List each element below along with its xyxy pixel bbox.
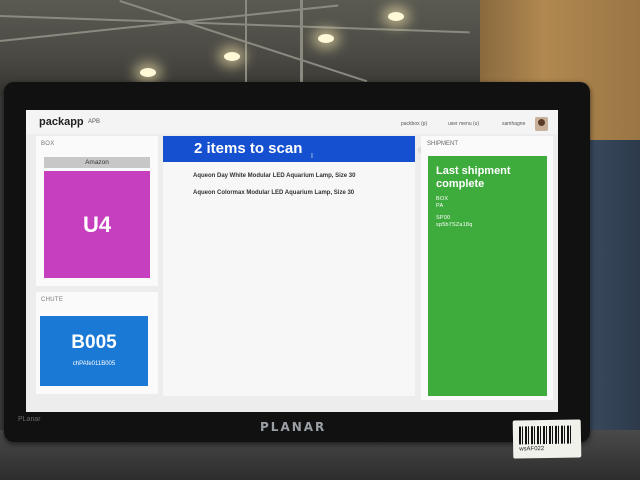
username[interactable]: samhagne bbox=[502, 121, 525, 127]
ceiling-truss bbox=[245, 0, 247, 95]
chute-panel: CHUTE B005 chPAfe011B005 bbox=[36, 292, 158, 394]
ceiling-light bbox=[318, 34, 334, 43]
shipment-sp-value: sp5b7SZa18q bbox=[436, 222, 473, 228]
shipment-sp-label: SP00 bbox=[436, 215, 451, 221]
shipment-panel-header: SHIPMENT bbox=[427, 141, 459, 147]
chute-panel-header: CHUTE bbox=[41, 297, 64, 303]
carrier-label: Amazon bbox=[44, 157, 150, 168]
chute-code: B005 bbox=[71, 332, 117, 353]
items-header: 2 items to scan I bbox=[163, 136, 415, 162]
avatar-icon[interactable] bbox=[535, 117, 548, 131]
items-title: 2 items to scan bbox=[194, 140, 303, 157]
box-code-tile: U4 bbox=[44, 171, 150, 278]
bezel-brand-logo: PLANAR bbox=[260, 420, 327, 434]
list-item[interactable]: Aqueon Day White Modular LED Aquarium La… bbox=[193, 173, 355, 179]
shipment-status-tile: Last shipment complete BOX PA SP00 sp5b7… bbox=[428, 156, 547, 396]
ceiling-light bbox=[388, 12, 404, 21]
app-brand: packapp bbox=[39, 116, 84, 128]
ceiling-light bbox=[140, 68, 156, 77]
ceiling-light bbox=[224, 52, 240, 61]
shipment-box-label: BOX bbox=[436, 196, 449, 202]
barcode-icon bbox=[518, 425, 574, 445]
barcode-sticker: wsAF022 bbox=[512, 419, 582, 459]
ceiling-truss bbox=[0, 4, 339, 42]
nav-user-menu-link[interactable]: user menu (u) bbox=[448, 121, 479, 127]
shipment-box-value: PA bbox=[436, 203, 444, 209]
box-panel: BOX Amazon U4 bbox=[36, 136, 158, 286]
screen: packapp APB packbox (p) user menu (u) sa… bbox=[26, 110, 558, 412]
items-panel: 2 items to scan I Aqueon Day White Modul… bbox=[163, 136, 415, 396]
ceiling-truss bbox=[300, 0, 303, 95]
chute-id: chPAfe011B005 bbox=[72, 361, 116, 367]
shipment-status: Last shipment complete bbox=[436, 165, 511, 190]
app-station: APB bbox=[88, 119, 101, 125]
shipment-panel: SHIPMENT Last shipment complete BOX PA S… bbox=[421, 136, 553, 400]
app-header: packapp APB packbox (p) user menu (u) sa… bbox=[26, 110, 558, 134]
box-panel-header: BOX bbox=[41, 141, 55, 147]
nav-packbox-link[interactable]: packbox (p) bbox=[401, 121, 427, 127]
bezel-small-brand: PLanar bbox=[18, 416, 41, 423]
list-item[interactable]: Aqueon Colormax Modular LED Aquarium Lam… bbox=[193, 190, 354, 196]
warehouse-shelf bbox=[585, 140, 640, 480]
chute-tile: B005 chPAfe011B005 bbox=[40, 316, 148, 386]
cursor-icon: I bbox=[311, 153, 313, 160]
sticker-text: wsAF022 bbox=[519, 446, 545, 453]
